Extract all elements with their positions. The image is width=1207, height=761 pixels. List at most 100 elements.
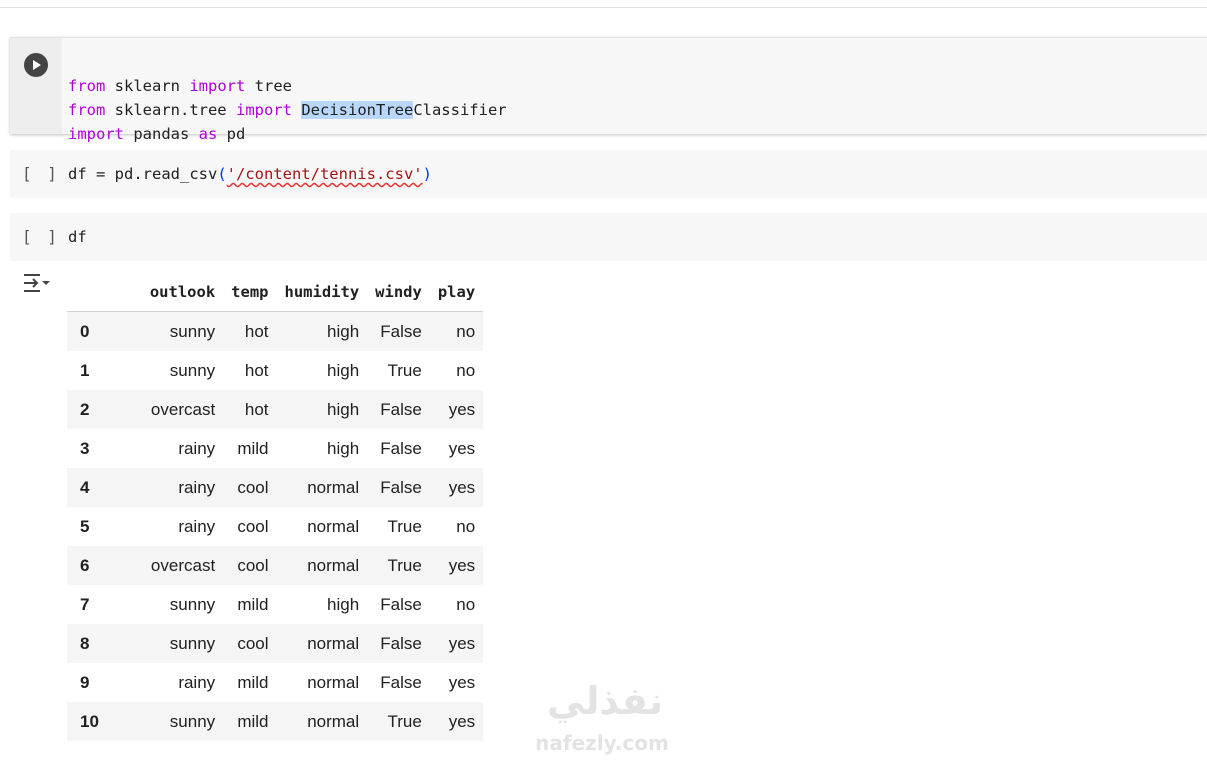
- top-divider: [0, 7, 1207, 8]
- cell-humidity: high: [327, 399, 360, 419]
- code-cell-df[interactable]: [ ] df: [10, 213, 1207, 261]
- code-cell-imports[interactable]: from sklearn import tree from sklearn.tre…: [10, 37, 1207, 143]
- column-header: outlook: [112, 273, 224, 312]
- table-row: 1 sunny hot high True no: [67, 351, 483, 390]
- cell-windy: True: [387, 555, 422, 575]
- cell-windy: False: [380, 399, 422, 419]
- play-icon: [33, 60, 41, 70]
- watermark-logo: نفذلي nafezly.com: [530, 678, 680, 761]
- table-row: 8 sunny cool normal False yes: [67, 624, 484, 663]
- cell-play: yes: [448, 633, 476, 653]
- cell-humidity: normal: [307, 633, 360, 653]
- code-editor[interactable]: df = pd.read_csv('/content/tennis.csv'): [68, 162, 432, 186]
- cell-temp: mild: [237, 438, 269, 458]
- cell-humidity: high: [327, 594, 360, 614]
- cell-play: yes: [448, 438, 476, 458]
- cell-play: yes: [448, 555, 476, 575]
- dataframe-table: outlook temp humidity windy play 0 sunny h…: [67, 273, 484, 741]
- table-row: 2 overcast hot high False yes: [67, 390, 484, 429]
- cell-windy: False: [380, 438, 422, 458]
- cell-windy: False: [380, 672, 422, 692]
- code-line-2: from sklearn.tree import DecisionTreeCla…: [68, 101, 507, 119]
- execution-count[interactable]: [ ]: [22, 164, 60, 183]
- cell-humidity: normal: [307, 711, 360, 731]
- table-row: 10 sunny mild normal True yes: [67, 702, 484, 741]
- cell-outlook: rainy: [178, 438, 216, 458]
- table-row: 6 overcast cool normal True yes: [67, 546, 484, 585]
- watermark-arabic: نفذلي: [547, 679, 663, 723]
- code-cell-read-csv[interactable]: [ ] df = pd.read_csv('/content/tennis.cs…: [10, 150, 1207, 198]
- cell-play: no: [456, 360, 476, 380]
- cell-windy: True: [387, 360, 422, 380]
- table-row: 4 rainy cool normal False yes: [67, 468, 484, 507]
- code-line-3: import pandas as pd: [68, 125, 246, 143]
- cell-windy: True: [387, 516, 422, 536]
- cell-humidity: normal: [307, 477, 360, 497]
- cell-play: yes: [448, 672, 476, 692]
- cell-gutter: [10, 38, 62, 134]
- cell-windy: False: [380, 477, 422, 497]
- selection-highlight: DecisionTree: [301, 101, 414, 119]
- code-editor[interactable]: df: [68, 225, 87, 249]
- cell-windy: False: [380, 594, 422, 614]
- cell-play: yes: [448, 711, 476, 731]
- cell-temp: cool: [237, 477, 269, 497]
- cell-temp: hot: [244, 399, 269, 419]
- column-header: play: [429, 273, 484, 312]
- cell-windy: True: [387, 711, 422, 731]
- table-row: 5 rainy cool normal True no: [67, 507, 483, 546]
- cell-play: no: [456, 321, 476, 341]
- cell-outlook: sunny: [169, 321, 216, 341]
- cell-play: yes: [448, 477, 476, 497]
- table-row: 7 sunny mild high False no: [67, 585, 483, 624]
- row-index: 0: [80, 321, 90, 341]
- cell-outlook: sunny: [169, 594, 216, 614]
- cell-play: no: [456, 516, 476, 536]
- cell-humidity: high: [327, 360, 360, 380]
- row-index: 10: [80, 711, 99, 731]
- cell-humidity: normal: [307, 516, 360, 536]
- cell-temp: mild: [237, 672, 269, 692]
- run-cell-button[interactable]: [24, 53, 48, 77]
- watermark-latin: nafezly.com: [535, 731, 669, 755]
- cell-windy: False: [380, 633, 422, 653]
- row-index: 8: [80, 633, 90, 653]
- cell-play: no: [456, 594, 476, 614]
- index-header: [67, 273, 113, 312]
- cell-humidity: normal: [307, 555, 360, 575]
- cell-outlook: rainy: [178, 516, 216, 536]
- cell-temp: cool: [237, 555, 269, 575]
- cell-humidity: high: [327, 438, 360, 458]
- output-toggle-icon[interactable]: [22, 272, 50, 299]
- string-literal: '/content/tennis.csv': [226, 165, 423, 183]
- row-index: 3: [80, 438, 90, 458]
- cell-temp: cool: [237, 516, 269, 536]
- cell-temp: cool: [237, 633, 269, 653]
- cell-windy: False: [380, 321, 422, 341]
- cell-outlook: overcast: [150, 399, 216, 419]
- column-header: humidity: [276, 273, 368, 312]
- cell-outlook: sunny: [169, 633, 216, 653]
- row-index: 7: [80, 594, 90, 614]
- cell-outlook: sunny: [169, 711, 216, 731]
- cell-outlook: overcast: [150, 555, 216, 575]
- cell-play: yes: [448, 399, 476, 419]
- row-index: 1: [80, 360, 90, 380]
- cell-outlook: sunny: [169, 360, 216, 380]
- row-index: 9: [80, 672, 90, 692]
- table-row: 9 rainy mild normal False yes: [67, 663, 483, 702]
- execution-count[interactable]: [ ]: [22, 227, 60, 246]
- cell-temp: mild: [237, 711, 269, 731]
- row-index: 5: [80, 516, 90, 536]
- cell-temp: hot: [244, 321, 269, 341]
- column-header: temp: [223, 273, 277, 312]
- cell-temp: mild: [237, 594, 269, 614]
- cell-temp: hot: [244, 360, 269, 380]
- row-index: 2: [80, 399, 90, 419]
- cell-humidity: high: [327, 321, 360, 341]
- cell-outlook: rainy: [178, 477, 216, 497]
- table-header-row: outlook temp humidity windy play: [67, 273, 484, 312]
- table-row: 3 rainy mild high False yes: [67, 429, 483, 468]
- row-index: 4: [80, 477, 90, 497]
- table-row: 0 sunny hot high False no: [67, 311, 484, 351]
